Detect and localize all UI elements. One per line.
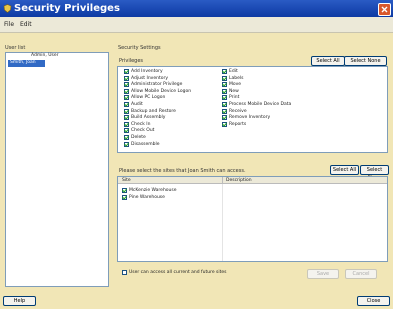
privilege-item[interactable]: Edit <box>222 69 332 75</box>
shield-icon <box>3 4 12 13</box>
privilege-label: Allow Mobile Device Logon <box>131 88 192 94</box>
privilege-label: Audit <box>131 102 143 107</box>
privilege-item[interactable]: Administrator Privilege <box>124 82 234 88</box>
privilege-item[interactable]: Remove Inventory <box>222 115 332 121</box>
privilege-checkbox[interactable] <box>124 102 129 107</box>
access-all-checkbox[interactable] <box>122 270 127 275</box>
privileges-list[interactable]: Add Inventory Adjust Inventory Administrat… <box>117 66 388 153</box>
menu-bar: File Edit <box>0 17 393 33</box>
privilege-item[interactable]: Process Mobile Device Data <box>222 102 332 108</box>
close-icon <box>381 6 388 13</box>
description-column-header[interactable]: Description <box>226 178 252 183</box>
privilege-checkbox[interactable] <box>124 69 129 74</box>
privilege-label: Move <box>229 82 242 88</box>
privilege-checkbox[interactable] <box>222 121 227 127</box>
privilege-checkbox[interactable] <box>222 69 227 74</box>
privilege-checkbox[interactable] <box>222 82 227 88</box>
privilege-checkbox[interactable] <box>222 115 227 121</box>
privilege-item[interactable]: Check Out <box>124 128 234 134</box>
privilege-label: Add Inventory <box>131 69 163 74</box>
privilege-label: Build Assembly <box>131 115 166 121</box>
privileges-label: Privileges <box>119 58 144 64</box>
cancel-button[interactable]: Cancel <box>345 269 377 279</box>
privilege-checkbox[interactable] <box>222 102 227 107</box>
privilege-item[interactable]: Backup and Restore <box>124 108 234 115</box>
close-window-button[interactable] <box>378 3 391 16</box>
privilege-item[interactable]: Allow Mobile Device Logon <box>124 88 234 95</box>
menu-edit[interactable]: Edit <box>20 21 32 28</box>
privilege-item[interactable]: Reports <box>222 121 332 128</box>
privilege-label: Delete <box>131 135 146 140</box>
sites-header: Site Description <box>118 177 387 184</box>
privilege-item[interactable]: Delete <box>124 135 234 141</box>
user-item-smith[interactable]: Smith, Joan <box>8 60 45 67</box>
privilege-label: Receive <box>229 108 247 114</box>
privilege-label: Labels <box>229 75 244 81</box>
security-settings-label: Security Settings <box>118 45 161 51</box>
privileges-select-all-button[interactable]: Select All <box>311 56 345 66</box>
privilege-item[interactable]: Labels <box>222 75 332 82</box>
privilege-label: Edit <box>229 69 238 74</box>
privilege-checkbox[interactable] <box>222 108 227 114</box>
sites-select-all-button[interactable]: Select All <box>330 165 359 175</box>
privilege-label: Allow PC Logon <box>131 95 166 101</box>
privilege-checkbox[interactable] <box>222 88 227 94</box>
privilege-item[interactable]: New <box>222 88 332 95</box>
privilege-checkbox[interactable] <box>124 135 129 140</box>
privileges-select-none-button[interactable]: Select None <box>344 56 387 66</box>
privilege-checkbox[interactable] <box>124 115 129 121</box>
privilege-label: Administrator Privilege <box>131 82 183 88</box>
privilege-item[interactable]: Build Assembly <box>124 115 234 121</box>
sites-table[interactable]: Site Description McKenzie Warehouse Pine… <box>117 176 388 262</box>
site-checkbox[interactable] <box>122 195 127 200</box>
privilege-checkbox[interactable] <box>124 95 129 101</box>
privilege-item[interactable]: Move <box>222 82 332 88</box>
window-title: Security Privileges <box>14 3 120 14</box>
site-column-header[interactable]: Site <box>122 178 131 183</box>
privilege-label: Process Mobile Device Data <box>229 102 292 107</box>
site-checkbox[interactable] <box>122 188 127 193</box>
user-item-admin[interactable]: Admin, User <box>6 53 108 60</box>
privilege-checkbox[interactable] <box>124 108 129 114</box>
privilege-label: Adjust Inventory <box>131 75 168 81</box>
title-bar: Security Privileges <box>0 0 393 17</box>
privilege-label: Check In <box>131 121 151 127</box>
help-button[interactable]: Help <box>3 296 36 306</box>
privilege-checkbox[interactable] <box>124 88 129 94</box>
sites-instruction: Please select the sites that Joan Smith … <box>119 168 246 174</box>
close-button[interactable]: Close <box>357 296 390 306</box>
privilege-label: Print <box>229 95 240 101</box>
privilege-label: Backup and Restore <box>131 108 176 114</box>
privilege-item[interactable]: Adjust Inventory <box>124 75 234 82</box>
privilege-label: Disassemble <box>131 141 160 147</box>
privilege-item[interactable]: Print <box>222 95 332 101</box>
privilege-checkbox[interactable] <box>124 141 129 147</box>
privilege-item[interactable]: Add Inventory <box>124 69 234 75</box>
privilege-checkbox[interactable] <box>124 82 129 88</box>
privilege-label: Remove Inventory <box>229 115 271 121</box>
privilege-item[interactable]: Disassemble <box>124 141 234 148</box>
column-divider <box>222 184 223 261</box>
privilege-checkbox[interactable] <box>222 75 227 81</box>
privilege-item[interactable]: Receive <box>222 108 332 115</box>
privilege-checkbox[interactable] <box>124 128 129 134</box>
privilege-label: Check Out <box>131 128 155 134</box>
user-list[interactable]: Admin, User Smith, Joan <box>5 52 109 287</box>
privilege-item[interactable]: Check In <box>124 121 234 128</box>
column-divider <box>222 177 223 184</box>
menu-file[interactable]: File <box>4 21 14 28</box>
access-all-label: User can access all current and future s… <box>129 270 227 275</box>
privilege-checkbox[interactable] <box>124 75 129 81</box>
user-list-label: User list <box>5 45 26 51</box>
privilege-label: New <box>229 88 239 94</box>
privilege-checkbox[interactable] <box>124 121 129 127</box>
privilege-label: Reports <box>229 121 247 127</box>
privilege-item[interactable]: Allow PC Logon <box>124 95 234 101</box>
sites-select-none-button[interactable]: Select None <box>360 165 389 181</box>
privilege-checkbox[interactable] <box>222 95 227 101</box>
access-all-sites[interactable]: User can access all current and future s… <box>122 270 262 276</box>
save-button[interactable]: Save <box>307 269 339 279</box>
privilege-item[interactable]: Audit <box>124 102 234 108</box>
